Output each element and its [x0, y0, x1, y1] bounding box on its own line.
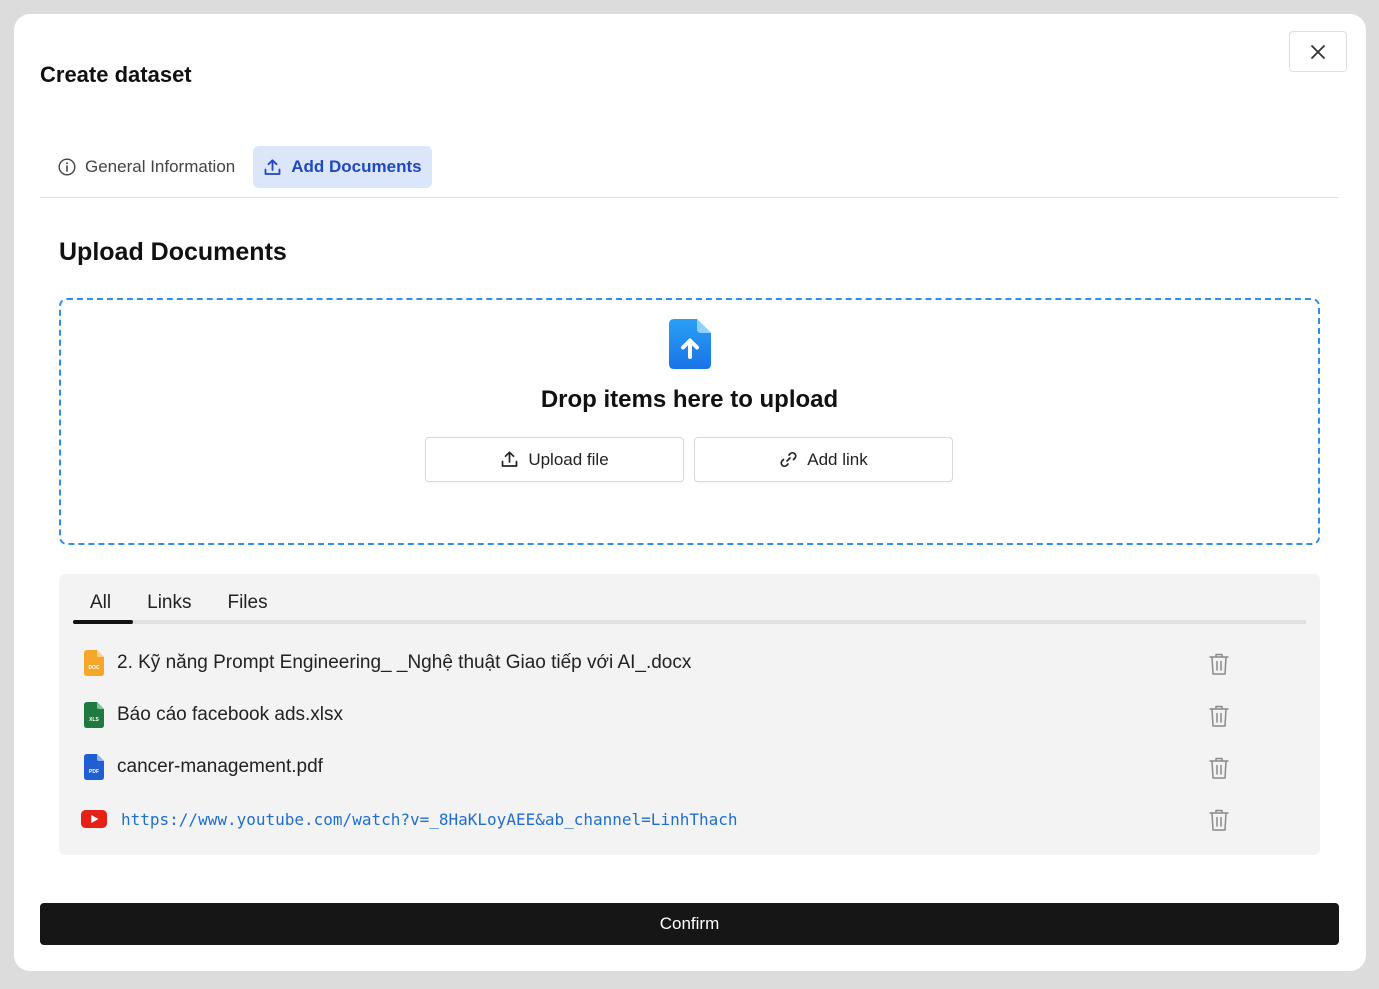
- dataset-tabs: General Information Add Documents: [40, 146, 432, 188]
- pdf-file-icon: PDF: [81, 754, 107, 780]
- trash-icon: [1209, 757, 1229, 779]
- close-button[interactable]: [1289, 31, 1347, 72]
- svg-text:XLS: XLS: [89, 717, 99, 723]
- tab-add-documents[interactable]: Add Documents: [253, 146, 432, 188]
- list-item: XLS Báo cáo facebook ads.xlsx: [81, 695, 1251, 735]
- list-tab-files[interactable]: Files: [209, 590, 285, 624]
- svg-text:PDF: PDF: [89, 769, 99, 775]
- youtube-icon: [81, 806, 107, 832]
- list-filter-tabs: All Links Files: [72, 590, 286, 624]
- link-icon: [780, 451, 797, 468]
- trash-icon: [1209, 809, 1229, 831]
- docx-file-icon: DOC: [81, 650, 107, 676]
- add-link-label: Add link: [807, 449, 868, 469]
- documents-list-panel: All Links Files DOC 2. Kỹ năng Prompt En…: [59, 574, 1320, 855]
- delete-button[interactable]: [1207, 755, 1231, 781]
- tab-general-information[interactable]: General Information: [40, 146, 245, 188]
- link-url[interactable]: https://www.youtube.com/watch?v=_8HaKLoy…: [121, 810, 738, 829]
- list-tab-all[interactable]: All: [72, 590, 129, 624]
- active-tab-indicator: [73, 620, 133, 624]
- tab-label: General Information: [85, 157, 236, 176]
- file-name: cancer-management.pdf: [117, 756, 323, 777]
- svg-text:DOC: DOC: [88, 665, 100, 671]
- xlsx-file-icon: XLS: [81, 702, 107, 728]
- modal-title: Create dataset: [40, 62, 192, 87]
- dropzone-text: Drop items here to upload: [540, 386, 839, 413]
- delete-button[interactable]: [1207, 703, 1231, 729]
- close-icon: [1311, 44, 1325, 59]
- section-title: Upload Documents: [59, 238, 287, 266]
- file-name: 2. Kỹ năng Prompt Engineering_ _Nghệ thu…: [117, 652, 692, 673]
- upload-dropzone[interactable]: Drop items here to upload Upload file Ad…: [59, 298, 1320, 545]
- tab-label: Add Documents: [291, 157, 422, 176]
- delete-button[interactable]: [1207, 651, 1231, 677]
- upload-file-button[interactable]: Upload file: [425, 437, 684, 482]
- trash-icon: [1209, 653, 1229, 675]
- upload-icon: [264, 158, 281, 175]
- list-item: PDF cancer-management.pdf: [81, 747, 1251, 787]
- info-icon: [58, 158, 76, 176]
- file-name: Báo cáo facebook ads.xlsx: [117, 704, 344, 725]
- file-upload-icon: [669, 319, 711, 369]
- upload-icon: [501, 451, 518, 467]
- list-tabs-underline: [73, 620, 1306, 624]
- add-link-button[interactable]: Add link: [694, 437, 953, 482]
- list-tab-links[interactable]: Links: [129, 590, 209, 624]
- delete-button[interactable]: [1207, 807, 1231, 833]
- trash-icon: [1209, 705, 1229, 727]
- list-item: https://www.youtube.com/watch?v=_8HaKLoy…: [81, 799, 1251, 839]
- upload-file-label: Upload file: [528, 449, 609, 469]
- create-dataset-modal: Create dataset General Information Add D…: [14, 14, 1366, 971]
- list-item: DOC 2. Kỹ năng Prompt Engineering_ _Nghệ…: [81, 643, 1251, 683]
- confirm-button[interactable]: Confirm: [40, 903, 1339, 945]
- tabs-divider: [40, 197, 1339, 198]
